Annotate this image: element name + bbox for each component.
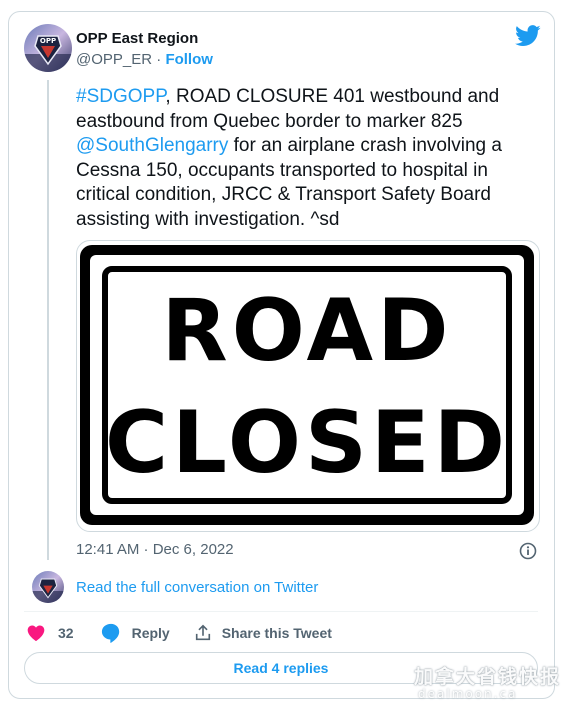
read-replies-label: Read 4 replies xyxy=(233,660,329,676)
tweet-timestamp[interactable]: 12:41 AM · Dec 6, 2022 xyxy=(76,541,234,558)
author-handle[interactable]: @OPP_ER xyxy=(76,51,152,68)
twitter-bird-icon[interactable] xyxy=(515,25,541,47)
share-icon xyxy=(195,624,210,641)
follow-button[interactable]: Follow xyxy=(165,51,213,68)
tweet-text: #SDGOPP, ROAD CLOSURE 401 westbound and … xyxy=(76,85,538,232)
divider xyxy=(24,611,538,612)
road-closed-sign: ROAD CLOSED xyxy=(80,245,534,525)
watermark-domain: dealmoon.ca xyxy=(418,687,518,701)
sign-line-closed: CLOSED xyxy=(104,393,510,493)
like-count: 32 xyxy=(58,625,74,641)
author-avatar[interactable]: OPP xyxy=(24,24,72,72)
author-handle-row: @OPP_ER · Follow xyxy=(76,51,213,68)
like-button[interactable]: 32 xyxy=(26,623,74,643)
author-name[interactable]: OPP East Region xyxy=(76,30,198,47)
read-conversation-link[interactable]: Read the full conversation on Twitter xyxy=(76,579,318,596)
reply-label: Reply xyxy=(131,625,170,641)
sign-line-road: ROAD xyxy=(161,281,453,381)
hashtag-link[interactable]: #SDGOPP xyxy=(76,86,165,107)
separator-dot: · xyxy=(156,51,162,68)
heart-icon xyxy=(27,625,45,641)
reply-bubble-icon xyxy=(101,623,119,643)
svg-text:OPP: OPP xyxy=(40,37,56,45)
watermark-title: 加拿大省钱快报 xyxy=(414,666,562,688)
small-avatar[interactable] xyxy=(32,571,64,603)
share-label: Share this Tweet xyxy=(221,625,332,641)
reply-button[interactable]: Reply xyxy=(100,623,170,643)
share-button[interactable]: Share this Tweet xyxy=(194,624,332,642)
thread-line xyxy=(47,80,49,560)
mention-link[interactable]: @SouthGlengarry xyxy=(76,135,228,156)
tweet-media-image[interactable]: ROAD CLOSED xyxy=(76,240,540,532)
info-icon[interactable] xyxy=(518,541,538,561)
action-bar: 32 Reply Share this Tweet xyxy=(26,623,332,643)
